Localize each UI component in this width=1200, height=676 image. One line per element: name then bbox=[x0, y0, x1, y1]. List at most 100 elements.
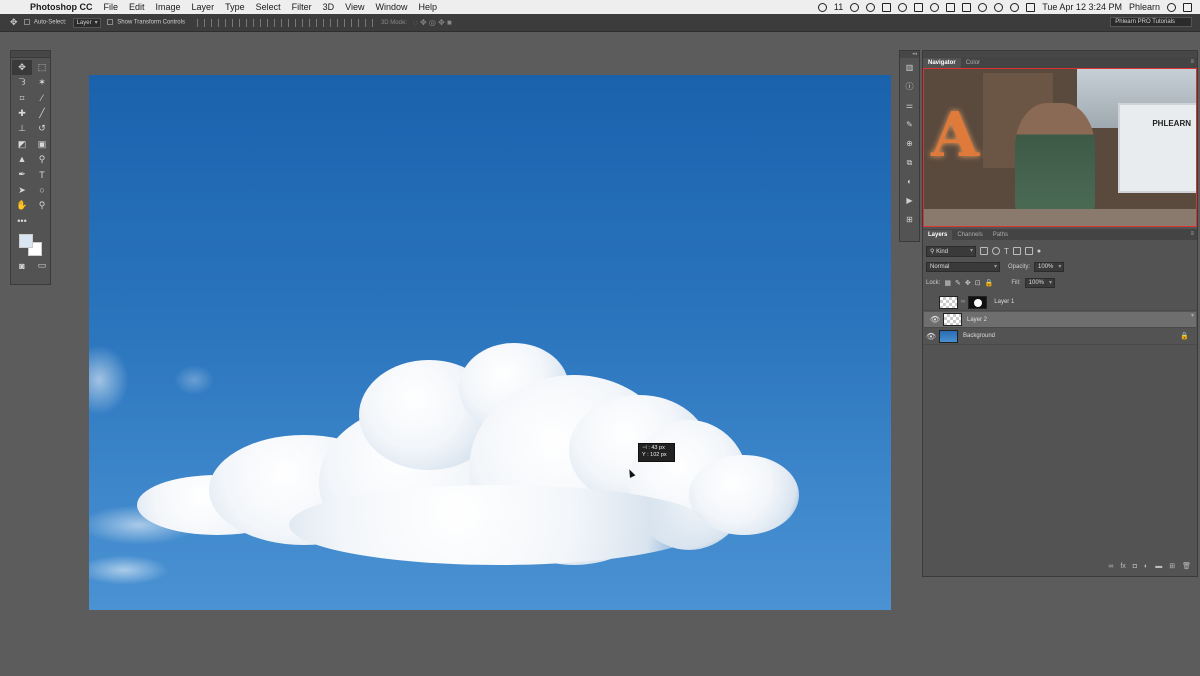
dock-header[interactable]: ◂◂ bbox=[900, 51, 919, 58]
path-selection-tool-icon[interactable]: ➤ bbox=[12, 182, 32, 197]
menu-help[interactable]: Help bbox=[418, 2, 437, 12]
menu-image[interactable]: Image bbox=[156, 2, 181, 12]
distribute-hcenter-icon[interactable] bbox=[336, 18, 345, 27]
blend-mode-dropdown[interactable]: Normal bbox=[926, 262, 1000, 272]
tools-panel-header[interactable] bbox=[11, 51, 50, 58]
menu-3d[interactable]: 3D bbox=[323, 2, 335, 12]
distribute-top-icon[interactable] bbox=[280, 18, 289, 27]
network-icon[interactable] bbox=[882, 2, 892, 12]
menu-view[interactable]: View bbox=[345, 2, 364, 12]
layer-mask-thumbnail[interactable] bbox=[968, 295, 988, 309]
tab-color[interactable]: Color bbox=[961, 58, 985, 68]
tab-channels[interactable]: Channels bbox=[952, 230, 987, 240]
screen-share-icon[interactable] bbox=[962, 2, 972, 12]
info-icon[interactable]: ⓘ bbox=[900, 77, 919, 96]
align-right-icon[interactable] bbox=[266, 18, 275, 27]
fill-input[interactable]: 100% bbox=[1024, 278, 1056, 288]
print-icon[interactable] bbox=[914, 2, 924, 12]
visibility-eye-icon[interactable]: 👁 bbox=[923, 332, 939, 341]
move-tool-preset-icon[interactable]: ✥ bbox=[10, 17, 18, 28]
eraser-tool-icon[interactable]: ◩ bbox=[12, 136, 32, 151]
align-top-icon[interactable] bbox=[196, 18, 205, 27]
show-transform-checkbox[interactable] bbox=[106, 19, 113, 26]
menu-filter[interactable]: Filter bbox=[292, 2, 312, 12]
align-hcenter-icon[interactable] bbox=[252, 18, 261, 27]
new-adjustment-icon[interactable]: ◐ bbox=[1144, 563, 1148, 570]
adjustments-icon[interactable]: ⚌ bbox=[900, 96, 919, 115]
align-vcenter-icon[interactable] bbox=[210, 18, 219, 27]
histogram-icon[interactable]: ▥ bbox=[900, 58, 919, 77]
bubble-icon[interactable] bbox=[866, 2, 876, 12]
filter-toggle-icon[interactable]: ● bbox=[1037, 248, 1041, 255]
menu-layer[interactable]: Layer bbox=[192, 2, 215, 12]
link-layers-icon[interactable]: ∞ bbox=[1108, 563, 1113, 570]
dodge-tool-icon[interactable]: ⚲ bbox=[32, 152, 52, 167]
menu-file[interactable]: File bbox=[104, 2, 119, 12]
menu-type[interactable]: Type bbox=[225, 2, 245, 12]
distribute-left-icon[interactable] bbox=[322, 18, 331, 27]
navigator-view-box[interactable] bbox=[923, 68, 1197, 227]
display-icon[interactable] bbox=[946, 2, 956, 12]
clone-stamp-tool-icon[interactable]: ⊥ bbox=[12, 121, 32, 136]
character-icon[interactable]: ⊞ bbox=[900, 210, 919, 229]
spotlight-search-icon[interactable] bbox=[1167, 2, 1176, 12]
layer-style-fx-icon[interactable]: fx bbox=[1120, 563, 1125, 570]
workspace-switcher[interactable]: Phlearn PRO Tutorials bbox=[1110, 17, 1192, 27]
tab-navigator[interactable]: Navigator bbox=[923, 58, 961, 68]
lock-artboard-icon[interactable]: ⊡ bbox=[975, 279, 981, 287]
auto-select-checkbox[interactable] bbox=[23, 19, 30, 26]
marquee-tool-icon[interactable]: ⬚ bbox=[32, 60, 52, 75]
creative-cloud-icon[interactable] bbox=[817, 2, 827, 12]
visibility-eye-icon[interactable]: 👁 bbox=[927, 315, 943, 324]
mask-link-icon[interactable]: ∞ bbox=[961, 299, 965, 305]
distribute-right-icon[interactable] bbox=[350, 18, 359, 27]
menu-window[interactable]: Window bbox=[375, 2, 407, 12]
clock-datetime[interactable]: Tue Apr 12 3:24 PM bbox=[1042, 2, 1122, 12]
foreground-color-swatch[interactable] bbox=[19, 234, 33, 249]
auto-select-dropdown[interactable]: Layer bbox=[72, 17, 101, 28]
quick-mask-icon[interactable]: ◙ bbox=[12, 258, 32, 273]
user-name[interactable]: Phlearn bbox=[1129, 2, 1160, 12]
distribute-vcenter-icon[interactable] bbox=[294, 18, 303, 27]
clock-icon[interactable] bbox=[994, 2, 1004, 12]
lock-transparent-icon[interactable]: ▦ bbox=[944, 279, 951, 287]
layer-row-layer1[interactable]: ∞ Layer 1 bbox=[923, 294, 1197, 311]
brush-tool-icon[interactable]: ╱ bbox=[32, 106, 52, 121]
menu-app-name[interactable]: Photoshop CC bbox=[30, 2, 93, 12]
align-bottom-icon[interactable] bbox=[224, 18, 233, 27]
layer-filter-kind[interactable]: ⚲ Kind bbox=[926, 245, 976, 257]
gradient-tool-icon[interactable]: ▣ bbox=[32, 136, 52, 151]
document-canvas[interactable] bbox=[89, 75, 891, 610]
magic-wand-tool-icon[interactable]: ✶ bbox=[32, 75, 52, 90]
filter-type-icon[interactable]: T bbox=[1004, 247, 1009, 256]
healing-brush-tool-icon[interactable]: ✚ bbox=[12, 106, 32, 121]
actions-play-icon[interactable]: ▶ bbox=[900, 191, 919, 210]
notification-center-icon[interactable] bbox=[1183, 2, 1192, 12]
record-icon[interactable] bbox=[850, 2, 860, 12]
layers-menu-icon[interactable]: ≡ bbox=[1190, 231, 1194, 237]
lock-image-icon[interactable]: ✎ bbox=[955, 279, 961, 287]
auto-align-icon[interactable] bbox=[364, 18, 373, 27]
delete-layer-icon[interactable]: 🗑 bbox=[1182, 562, 1191, 570]
battery-icon[interactable] bbox=[1026, 2, 1036, 12]
panel-menu-icon[interactable]: ≡ bbox=[1190, 59, 1194, 65]
filter-smartobject-icon[interactable] bbox=[1024, 247, 1033, 255]
add-mask-icon[interactable]: ◘ bbox=[1133, 563, 1137, 570]
lock-all-icon[interactable]: 🔒 bbox=[985, 279, 994, 287]
ellipse-tool-icon[interactable]: ○ bbox=[32, 182, 52, 197]
properties-icon[interactable]: ◐ bbox=[900, 172, 919, 191]
clone-source-icon[interactable]: ⊕ bbox=[900, 134, 919, 153]
layer-row-background[interactable]: 👁 Background 🔒 bbox=[923, 328, 1197, 345]
history-brush-tool-icon[interactable]: ↺ bbox=[32, 121, 52, 136]
opacity-input[interactable]: 100% bbox=[1034, 262, 1065, 272]
sync-icon[interactable] bbox=[898, 2, 908, 12]
hand-tool-icon[interactable]: ✋ bbox=[12, 198, 32, 213]
screen-mode-icon[interactable]: ▭ bbox=[32, 258, 52, 273]
lock-position-icon[interactable]: ✥ bbox=[965, 279, 971, 287]
zoom-tool-icon[interactable]: ⚲ bbox=[32, 198, 52, 213]
eject-icon[interactable] bbox=[978, 2, 988, 12]
type-tool-icon[interactable]: T bbox=[32, 167, 52, 182]
move-tool-icon[interactable]: ✥ bbox=[12, 60, 32, 76]
distribute-bottom-icon[interactable] bbox=[308, 18, 317, 27]
blur-tool-icon[interactable]: ▲ bbox=[12, 152, 32, 167]
